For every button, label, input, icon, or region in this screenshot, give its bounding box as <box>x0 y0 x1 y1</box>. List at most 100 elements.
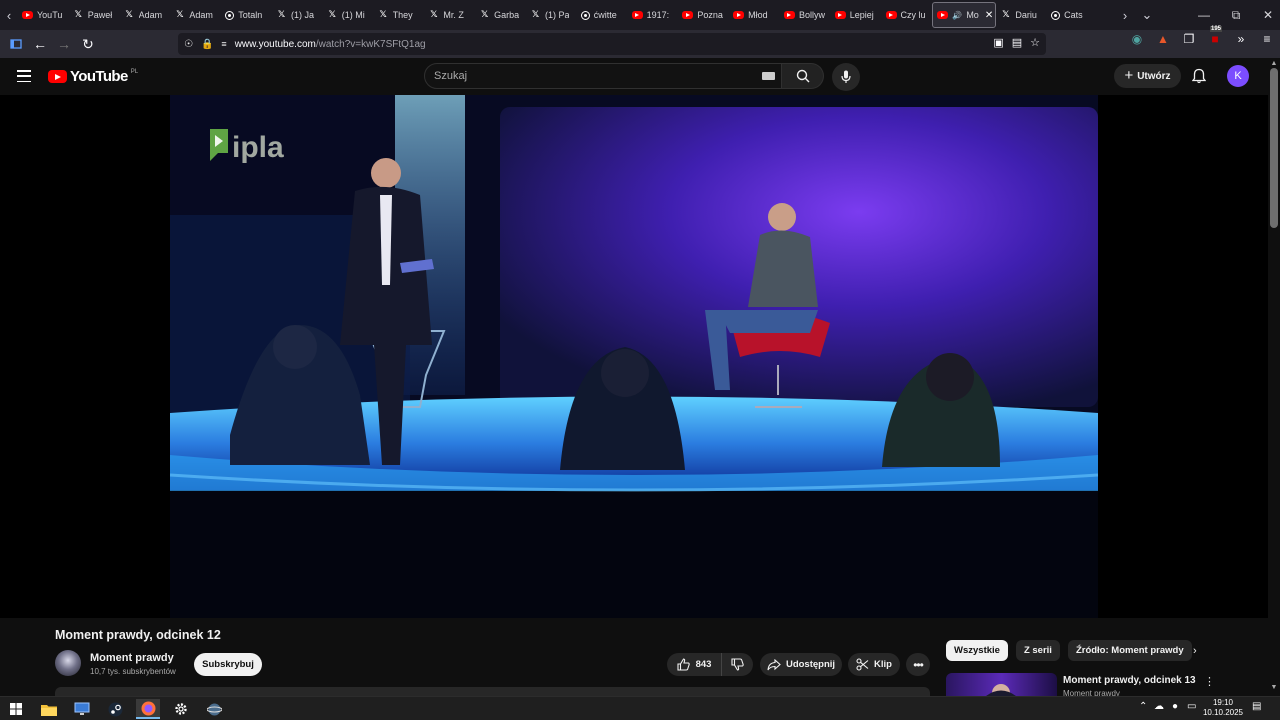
scrollbar-thumb[interactable] <box>1270 68 1278 228</box>
notification-center-icon[interactable]: ▤ <box>1252 701 1261 712</box>
sidebar-toggle-icon[interactable] <box>4 32 28 56</box>
overflow-chevron-icon[interactable]: » <box>1232 32 1250 46</box>
watch-metadata: Moment prawdy, odcinek 12 Moment prawdy … <box>0 618 1268 696</box>
microphone-tray-icon[interactable]: ● <box>1172 701 1178 712</box>
youtube-favicon-icon <box>783 11 795 19</box>
browser-tab[interactable]: Pozna <box>678 2 729 28</box>
extension-shield-icon[interactable]: ◉ <box>1128 32 1146 46</box>
firefox-icon[interactable] <box>136 699 160 719</box>
forward-icon[interactable]: → <box>52 32 76 56</box>
tab-list-dropdown-button[interactable]: ⌄ <box>1138 0 1156 30</box>
search-input[interactable]: Szukaj <box>424 63 782 89</box>
chip-from-series[interactable]: Z serii <box>1015 640 1060 661</box>
picture-in-picture-icon[interactable]: ▣ <box>993 36 1003 49</box>
browser-tab[interactable]: 𝕏 Adam <box>170 2 221 28</box>
reload-icon[interactable]: ↻ <box>76 32 100 56</box>
notifications-bell-icon[interactable] <box>1191 67 1207 85</box>
x-favicon-icon: 𝕏 <box>74 10 82 20</box>
browser-tab[interactable]: 𝕏 (1) Ja <box>272 2 323 28</box>
back-icon[interactable]: ← <box>28 32 52 56</box>
windows-start-icon[interactable] <box>4 699 28 719</box>
browser-tab[interactable]: 𝕏 They <box>374 2 425 28</box>
share-button[interactable]: Udostępnij <box>760 653 842 676</box>
browser-tab[interactable]: 𝕏 Mr. Z <box>424 2 475 28</box>
browser-tab[interactable]: 1917: <box>628 2 679 28</box>
recommendation-channel[interactable]: Moment prawdy <box>1063 689 1120 696</box>
browser-tab[interactable]: 𝕏 Dariu <box>996 2 1047 28</box>
url-text[interactable]: www.youtube.com/watch?v=kwK7SFtQ1ag <box>235 39 426 50</box>
browser-tab-active[interactable]: 🔊 Mo ✕ <box>932 2 997 28</box>
account-avatar[interactable]: K <box>1227 65 1249 87</box>
reader-view-icon[interactable]: ▤ <box>1012 36 1022 49</box>
browser-tab[interactable]: Totaln <box>221 2 272 28</box>
video-player[interactable]: ipla <box>0 95 1268 618</box>
like-button[interactable]: 843 <box>667 653 722 676</box>
permissions-icon[interactable]: ≡ <box>221 39 226 49</box>
description-box[interactable] <box>55 687 930 696</box>
browser-tab[interactable]: 𝕏 (1) Pa <box>526 2 577 28</box>
youtube-favicon-icon <box>733 11 745 19</box>
app-menu-icon[interactable]: ≡ <box>1258 32 1276 46</box>
extension-fox-icon[interactable]: ▲ <box>1154 32 1172 46</box>
voice-search-button[interactable] <box>832 63 860 91</box>
youtube-favicon-icon <box>885 11 897 19</box>
tray-overflow-chevron-icon[interactable]: ⌃ <box>1139 701 1147 712</box>
more-actions-button[interactable]: ••• <box>906 653 930 676</box>
extension-ublock-icon[interactable]: ■ 195 <box>1206 26 1224 46</box>
guide-menu-icon[interactable] <box>17 70 31 82</box>
recommendation-title[interactable]: Moment prawdy, odcinek 13 <box>1063 675 1196 686</box>
remote-desktop-icon[interactable] <box>70 699 94 719</box>
chip-source-channel[interactable]: Źródło: Moment prawdy <box>1067 640 1192 661</box>
tab-scroll-left-button[interactable]: ‹ <box>0 0 18 30</box>
subscribe-button[interactable]: Subskrybuj <box>194 653 262 676</box>
tracking-shield-icon[interactable]: ☉ <box>184 39 193 50</box>
chip-all[interactable]: Wszystkie <box>946 640 1008 661</box>
keyboard-icon[interactable] <box>762 72 775 80</box>
recommendation-thumbnail[interactable] <box>946 673 1057 696</box>
channel-name[interactable]: Moment prawdy <box>90 652 174 664</box>
browser-tab[interactable]: 𝕏 (1) Mi <box>323 2 374 28</box>
browser-tab[interactable]: YouTu <box>18 2 69 28</box>
minimize-icon[interactable]: — <box>1188 8 1220 22</box>
audio-playing-icon[interactable]: 🔊 <box>952 11 962 20</box>
browser-tab[interactable]: Czy lu <box>882 2 933 28</box>
search-button[interactable] <box>782 63 824 89</box>
close-tab-icon[interactable]: ✕ <box>985 10 993 21</box>
chips-next-chevron-icon[interactable]: › <box>1193 645 1197 657</box>
file-explorer-icon[interactable] <box>37 699 61 719</box>
clip-button[interactable]: Klip <box>848 653 900 676</box>
taskbar-clock[interactable]: 19:10 10.10.2025 <box>1202 698 1244 718</box>
recommendation-menu-icon[interactable]: ⋮ <box>1204 675 1215 688</box>
settings-gear-icon[interactable] <box>169 699 193 719</box>
tab-label: (1) Ja <box>290 10 314 20</box>
tab-scroll-right-button[interactable]: › <box>1116 0 1134 30</box>
browser-tab[interactable]: ćwitte <box>577 2 628 28</box>
restore-icon[interactable]: ⧉ <box>1220 8 1252 23</box>
browser-tab[interactable]: Bollyw <box>780 2 831 28</box>
browser-tab[interactable]: Lepiej <box>831 2 882 28</box>
browser-tab[interactable]: 𝕏 Garba <box>475 2 526 28</box>
browser-tab[interactable]: 𝕏 Paweł <box>69 2 120 28</box>
onedrive-cloud-icon[interactable]: ☁ <box>1154 701 1164 712</box>
page-scrollbar[interactable]: ▲ ▼ <box>1268 58 1280 696</box>
youtube-logo[interactable]: YouTube PL <box>48 68 138 85</box>
lock-icon[interactable]: 🔒 <box>201 39 213 50</box>
browser-tab[interactable]: Cats <box>1047 2 1098 28</box>
browser-tab[interactable]: 𝕏 Adam <box>120 2 171 28</box>
close-window-icon[interactable]: ✕ <box>1252 8 1280 22</box>
channel-avatar[interactable] <box>55 650 81 676</box>
url-bar[interactable]: ☉ 🔒 ≡ www.youtube.com/watch?v=kwK7SFtQ1a… <box>178 33 1046 55</box>
scroll-up-icon[interactable]: ▲ <box>1270 60 1278 68</box>
create-button[interactable]: + Utwórz <box>1114 64 1181 88</box>
x-favicon-icon: 𝕏 <box>531 10 540 20</box>
network-icon[interactable]: ▭ <box>1187 701 1196 712</box>
search-icon <box>796 69 809 83</box>
scroll-down-icon[interactable]: ▼ <box>1270 684 1278 692</box>
clock-time: 19:10 <box>1212 698 1234 707</box>
app-satellite-icon[interactable] <box>202 699 226 719</box>
browser-tab[interactable]: Młod <box>729 2 780 28</box>
bookmark-star-icon[interactable]: ☆ <box>1030 36 1040 49</box>
steam-icon[interactable] <box>103 699 127 719</box>
dislike-button[interactable] <box>722 653 753 676</box>
extensions-puzzle-icon[interactable]: ❐ <box>1180 32 1198 46</box>
